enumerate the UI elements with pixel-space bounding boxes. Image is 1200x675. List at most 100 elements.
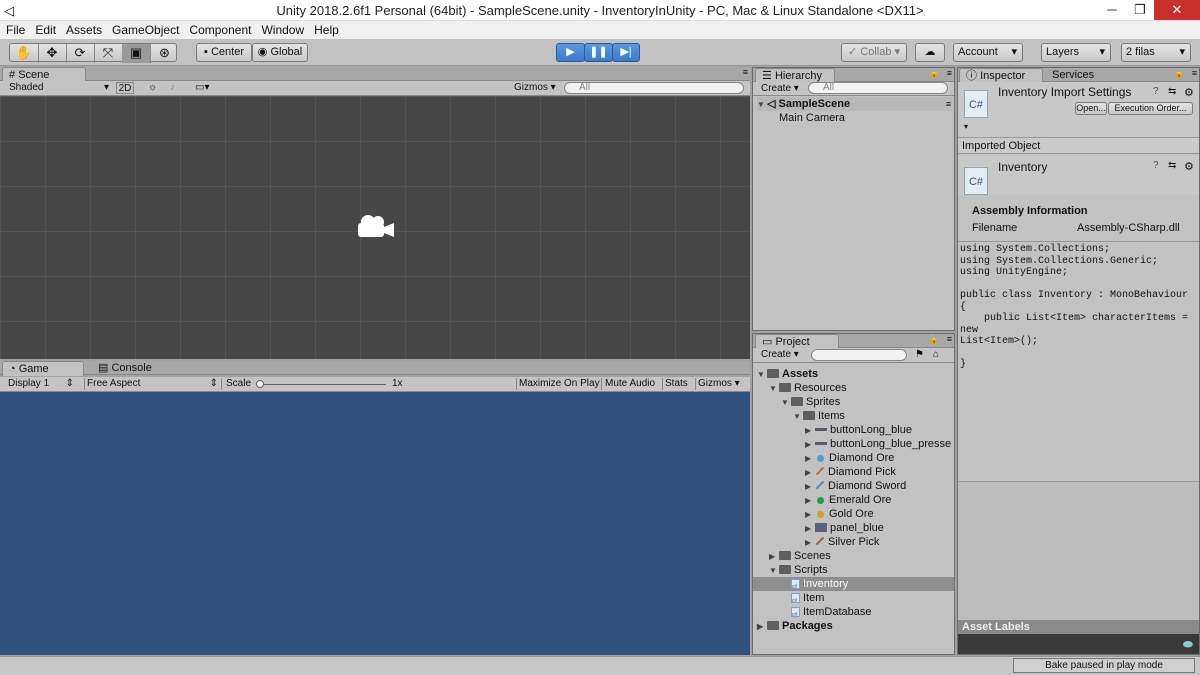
collapse-triangle-icon[interactable]: ▶ bbox=[805, 466, 815, 480]
aspect-dropdown[interactable]: Free Aspect ⇕ bbox=[84, 378, 218, 390]
collapse-triangle-icon[interactable]: ▶ bbox=[805, 424, 815, 438]
panel-menu-icon[interactable]: ≡ bbox=[1192, 68, 1197, 78]
game-viewport[interactable] bbox=[0, 392, 750, 655]
effects-dropdown-icon[interactable]: ▭▾ bbox=[195, 82, 217, 94]
layers-dropdown[interactable]: Layers ▾ bbox=[1041, 43, 1111, 62]
project-item-items[interactable]: ▼ Items bbox=[753, 409, 954, 423]
hierarchy-search-input[interactable]: All bbox=[808, 82, 948, 94]
light-toggle-icon[interactable]: ☼ bbox=[148, 82, 162, 94]
maximize-on-play-toggle[interactable]: Maximize On Play bbox=[516, 378, 600, 390]
menu-window[interactable]: Window bbox=[255, 21, 308, 37]
expand-triangle-icon[interactable]: ▼ bbox=[769, 382, 779, 396]
mute-audio-toggle[interactable]: Mute Audio bbox=[601, 378, 661, 390]
scene-menu-icon[interactable]: ≡ bbox=[946, 97, 951, 111]
panel-menu-icon[interactable]: ≡ bbox=[743, 67, 748, 77]
collapse-triangle-icon[interactable]: ▶ bbox=[757, 620, 767, 634]
scale-slider[interactable] bbox=[256, 380, 386, 388]
project-item-item[interactable]: c# Item bbox=[753, 591, 954, 605]
expand-triangle-icon[interactable]: ▼ bbox=[781, 396, 791, 410]
project-item-scenes[interactable]: ▶ Scenes bbox=[753, 549, 954, 563]
stats-toggle[interactable]: Stats bbox=[662, 378, 694, 390]
collapse-triangle-icon[interactable]: ▶ bbox=[805, 438, 815, 452]
collapse-triangle-icon[interactable]: ▶ bbox=[805, 494, 815, 508]
preset-icon[interactable]: ⇆ bbox=[1168, 86, 1176, 97]
preset-icon[interactable]: ⇆ bbox=[1168, 160, 1176, 171]
tab-project[interactable]: ▭ Project bbox=[755, 334, 839, 349]
lock-icon[interactable]: 🔒 bbox=[929, 68, 940, 79]
2d-toggle[interactable]: 2D bbox=[116, 82, 134, 94]
collapse-triangle-icon[interactable]: ▾ bbox=[964, 122, 968, 131]
game-gizmos-dropdown[interactable]: Gizmos ▾ bbox=[695, 378, 745, 390]
gear-icon[interactable]: ⚙ bbox=[1184, 160, 1194, 173]
scene-gizmos-dropdown[interactable]: Gizmos ▾ bbox=[514, 82, 558, 94]
execution-order-button[interactable]: Execution Order... bbox=[1108, 102, 1193, 115]
display-dropdown[interactable]: Display 1 ⇕ bbox=[8, 378, 74, 390]
collapse-triangle-icon[interactable]: ▶ bbox=[805, 480, 815, 494]
panel-menu-icon[interactable]: ≡ bbox=[947, 68, 952, 78]
collapse-triangle-icon[interactable]: ▶ bbox=[805, 508, 815, 522]
menu-file[interactable]: File bbox=[0, 21, 29, 37]
project-item-itemdatabase[interactable]: c# ItemDatabase bbox=[753, 605, 954, 619]
collapse-triangle-icon[interactable]: ▶ bbox=[805, 522, 815, 536]
step-button[interactable]: ▶| bbox=[612, 43, 640, 62]
tab-console[interactable]: ▤ Console bbox=[92, 361, 162, 376]
maximize-button[interactable]: ❐ bbox=[1126, 0, 1154, 20]
expand-triangle-icon[interactable]: ▼ bbox=[793, 410, 803, 424]
project-item-assets[interactable]: ▼ Assets bbox=[753, 367, 954, 381]
project-search-input[interactable] bbox=[811, 349, 907, 361]
collapse-triangle-icon[interactable]: ▶ bbox=[805, 536, 815, 550]
move-tool-icon[interactable]: ✥ bbox=[38, 44, 67, 63]
project-item-inventory[interactable]: c# Inventory bbox=[753, 577, 954, 591]
tab-inspector[interactable]: ⓘ Inspector bbox=[959, 68, 1043, 83]
transform-tool-icon[interactable]: ⊛ bbox=[150, 44, 179, 63]
scale-tool-icon[interactable]: ⤧ bbox=[94, 44, 123, 63]
panel-menu-icon[interactable]: ≡ bbox=[947, 334, 952, 344]
project-item-emerald-ore[interactable]: ▶ Emerald Ore bbox=[753, 493, 954, 507]
expand-triangle-icon[interactable]: ▼ bbox=[757, 368, 767, 382]
project-item-sprites[interactable]: ▼ Sprites bbox=[753, 395, 954, 409]
scale-slider-thumb[interactable] bbox=[256, 380, 264, 388]
menu-edit[interactable]: Edit bbox=[29, 21, 60, 37]
menu-component[interactable]: Component bbox=[183, 21, 255, 37]
scene-search-input[interactable]: All bbox=[564, 82, 744, 94]
pause-button[interactable]: ❚❚ bbox=[584, 43, 613, 62]
expand-triangle-icon[interactable]: ▼ bbox=[757, 98, 767, 112]
gear-icon[interactable]: ⚙ bbox=[1184, 86, 1194, 99]
project-item-gold-ore[interactable]: ▶ Gold Ore bbox=[753, 507, 954, 521]
project-item-packages[interactable]: ▶ Packages bbox=[753, 619, 954, 633]
collapse-triangle-icon[interactable]: ▶ bbox=[769, 550, 779, 564]
cloud-button[interactable]: ☁ bbox=[915, 43, 945, 62]
open-button[interactable]: Open... bbox=[1075, 102, 1107, 115]
menu-gameobject[interactable]: GameObject bbox=[106, 21, 183, 37]
tab-hierarchy[interactable]: ☰ Hierarchy bbox=[755, 68, 835, 83]
help-icon[interactable]: ? bbox=[1153, 86, 1159, 97]
account-dropdown[interactable]: Account ▾ bbox=[953, 43, 1023, 62]
layout-dropdown[interactable]: 2 filas ▾ bbox=[1121, 43, 1191, 62]
project-item-scripts[interactable]: ▼ Scripts bbox=[753, 563, 954, 577]
play-button[interactable]: ▶ bbox=[556, 43, 585, 62]
rect-tool-icon[interactable]: ▣ bbox=[122, 44, 151, 63]
tab-game[interactable]: ◔ Game bbox=[2, 361, 84, 376]
project-item-resources[interactable]: ▼ Resources bbox=[753, 381, 954, 395]
camera-gizmo-icon[interactable] bbox=[356, 213, 396, 241]
filter-label-icon[interactable]: ⌂ bbox=[933, 349, 947, 361]
tab-services[interactable]: Services bbox=[1046, 68, 1112, 83]
scene-viewport[interactable] bbox=[0, 96, 750, 359]
audio-toggle-icon[interactable]: ♪ bbox=[170, 82, 184, 94]
tab-scene[interactable]: # Scene bbox=[2, 67, 86, 82]
menu-assets[interactable]: Assets bbox=[60, 21, 106, 37]
lock-icon[interactable]: 🔒 bbox=[1174, 68, 1185, 79]
hierarchy-item-main-camera[interactable]: Main Camera bbox=[779, 111, 845, 125]
project-item-diamond-pick[interactable]: ▶ Diamond Pick bbox=[753, 465, 954, 479]
shading-dropdown[interactable]: Shaded ▾ bbox=[9, 82, 109, 94]
project-item-panel-blue[interactable]: ▶ panel_blue bbox=[753, 521, 954, 535]
expand-triangle-icon[interactable]: ▼ bbox=[769, 564, 779, 578]
collab-button[interactable]: ✓ Collab ▾ bbox=[841, 43, 907, 62]
project-item-diamond-ore[interactable]: ▶ Diamond Ore bbox=[753, 451, 954, 465]
scene-root-row[interactable]: ▼ ◁ SampleScene ≡ bbox=[757, 97, 953, 111]
hand-tool-icon[interactable]: ✋ bbox=[10, 44, 39, 63]
project-item-silver-pick[interactable]: ▶ Silver Pick bbox=[753, 535, 954, 549]
help-icon[interactable]: ? bbox=[1153, 160, 1159, 171]
lock-icon[interactable]: 🔒 bbox=[929, 334, 940, 345]
rotate-tool-icon[interactable]: ⟳ bbox=[66, 44, 95, 63]
